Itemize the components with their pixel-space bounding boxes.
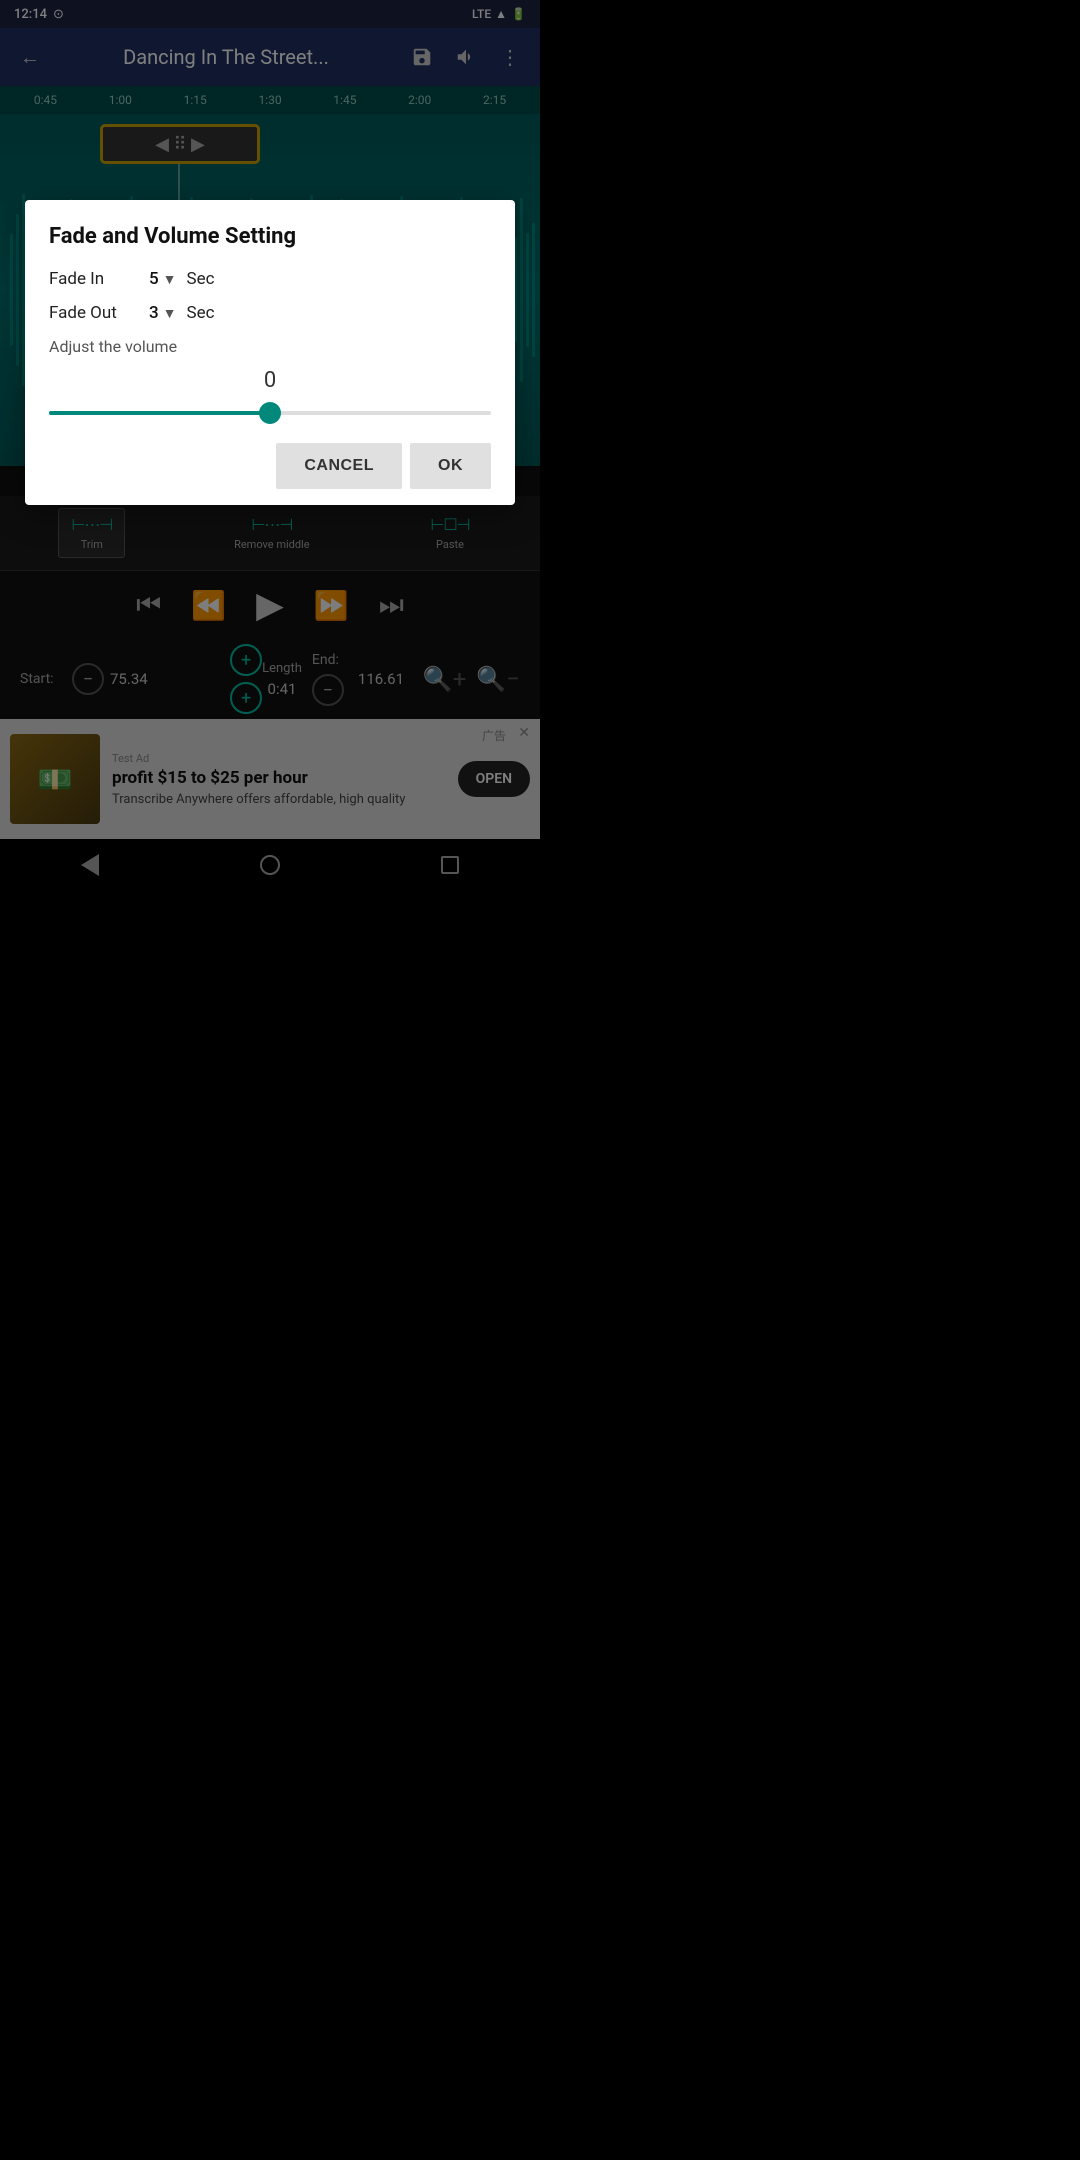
dialog: Fade and Volume Setting Fade In 5 ▼ Sec … — [25, 200, 515, 505]
fade-in-arrow-icon: ▼ — [163, 271, 177, 288]
fade-in-unit: Sec — [187, 269, 215, 289]
volume-slider-container[interactable] — [49, 403, 491, 423]
fade-in-row: Fade In 5 ▼ Sec — [49, 269, 491, 289]
dialog-title: Fade and Volume Setting — [49, 224, 491, 249]
volume-label: Adjust the volume — [49, 337, 491, 356]
dialog-overlay: Fade and Volume Setting Fade In 5 ▼ Sec … — [0, 0, 540, 1080]
fade-out-row: Fade Out 3 ▼ Sec — [49, 303, 491, 323]
fade-out-label: Fade Out — [49, 303, 139, 323]
slider-track — [49, 411, 491, 415]
fade-in-value: 5 — [149, 269, 159, 289]
fade-out-value: 3 — [149, 303, 159, 323]
fade-out-arrow-icon: ▼ — [163, 305, 177, 322]
fade-in-label: Fade In — [49, 269, 139, 289]
dialog-buttons: CANCEL OK — [49, 443, 491, 489]
fade-in-dropdown[interactable]: 5 ▼ — [149, 269, 177, 289]
fade-out-unit: Sec — [187, 303, 215, 323]
slider-fill — [49, 411, 270, 415]
slider-thumb[interactable] — [259, 402, 281, 424]
volume-value: 0 — [49, 368, 491, 393]
ok-button[interactable]: OK — [410, 443, 491, 489]
fade-out-dropdown[interactable]: 3 ▼ — [149, 303, 177, 323]
cancel-button[interactable]: CANCEL — [276, 443, 402, 489]
